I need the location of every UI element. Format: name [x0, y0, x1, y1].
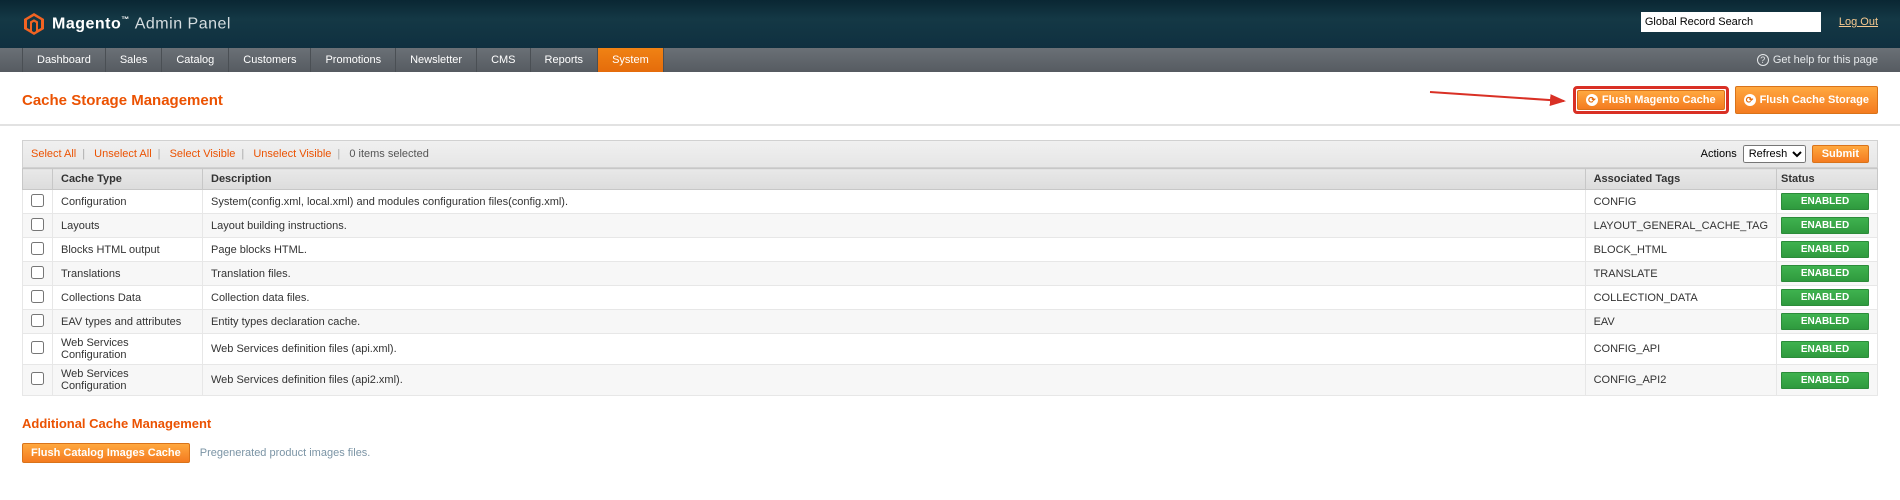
actions-select[interactable]: Refresh — [1743, 145, 1806, 163]
cell-cache-type: Blocks HTML output — [53, 238, 203, 262]
nav-item-customers[interactable]: Customers — [229, 48, 311, 72]
unselect-visible-link[interactable]: Unselect Visible — [253, 148, 331, 160]
cache-grid: Cache Type Description Associated Tags S… — [22, 168, 1878, 396]
cell-description: Page blocks HTML. — [203, 238, 1586, 262]
cell-cache-type: Translations — [53, 262, 203, 286]
cell-description: Web Services definition files (api2.xml)… — [203, 365, 1586, 396]
table-row: TranslationsTranslation files.TRANSLATE E… — [23, 262, 1878, 286]
help-link[interactable]: ? Get help for this page — [1757, 48, 1878, 72]
unselect-all-link[interactable]: Unselect All — [94, 148, 151, 160]
items-selected-count: 0 items selected — [349, 148, 428, 160]
arrow-annotation — [1428, 89, 1568, 107]
nav-item-sales[interactable]: Sales — [106, 48, 163, 72]
status-badge: ENABLED — [1781, 341, 1869, 358]
logo-text: Magento™ Admin Panel — [52, 15, 231, 33]
cell-tags: CONFIG_API2 — [1585, 365, 1776, 396]
cell-cache-type: EAV types and attributes — [53, 310, 203, 334]
flush-catalog-images-button[interactable]: Flush Catalog Images Cache — [22, 443, 190, 463]
nav-item-newsletter[interactable]: Newsletter — [396, 48, 477, 72]
col-cache-type[interactable]: Cache Type — [53, 169, 203, 190]
cell-description: System(config.xml, local.xml) and module… — [203, 190, 1586, 214]
flush-magento-cache-button[interactable]: ⟳Flush Magento Cache — [1577, 90, 1725, 110]
table-row: EAV types and attributesEntity types dec… — [23, 310, 1878, 334]
cell-cache-type: Web Services Configuration — [53, 334, 203, 365]
navbar: DashboardSalesCatalogCustomersPromotions… — [0, 48, 1900, 72]
submit-button[interactable]: Submit — [1812, 145, 1869, 163]
row-checkbox[interactable] — [31, 242, 44, 255]
cell-description: Translation files. — [203, 262, 1586, 286]
select-all-link[interactable]: Select All — [31, 148, 76, 160]
cell-description: Entity types declaration cache. — [203, 310, 1586, 334]
row-checkbox[interactable] — [31, 341, 44, 354]
table-row: Web Services ConfigurationWeb Services d… — [23, 334, 1878, 365]
cell-tags: CONFIG — [1585, 190, 1776, 214]
cell-tags: LAYOUT_GENERAL_CACHE_TAG — [1585, 214, 1776, 238]
refresh-icon: ⟳ — [1586, 94, 1598, 106]
select-visible-link[interactable]: Select Visible — [170, 148, 236, 160]
cell-cache-type: Collections Data — [53, 286, 203, 310]
table-row: Collections DataCollection data files.CO… — [23, 286, 1878, 310]
cell-cache-type: Web Services Configuration — [53, 365, 203, 396]
row-checkbox[interactable] — [31, 290, 44, 303]
nav-item-system[interactable]: System — [598, 48, 664, 72]
magento-logo-icon — [22, 12, 46, 36]
nav-item-dashboard[interactable]: Dashboard — [22, 48, 106, 72]
cell-cache-type: Layouts — [53, 214, 203, 238]
status-badge: ENABLED — [1781, 372, 1869, 389]
table-row: ConfigurationSystem(config.xml, local.xm… — [23, 190, 1878, 214]
refresh-icon: ⟳ — [1744, 94, 1756, 106]
col-tags[interactable]: Associated Tags — [1585, 169, 1776, 190]
row-checkbox[interactable] — [31, 218, 44, 231]
row-checkbox[interactable] — [31, 314, 44, 327]
cell-description: Web Services definition files (api.xml). — [203, 334, 1586, 365]
cell-cache-type: Configuration — [53, 190, 203, 214]
flush-magento-highlight: ⟳Flush Magento Cache — [1573, 86, 1729, 114]
help-icon: ? — [1757, 54, 1769, 66]
status-badge: ENABLED — [1781, 193, 1869, 210]
status-badge: ENABLED — [1781, 217, 1869, 234]
page-title: Cache Storage Management — [22, 92, 223, 109]
header: Magento™ Admin Panel Log Out — [0, 0, 1900, 48]
status-badge: ENABLED — [1781, 313, 1869, 330]
cell-tags: EAV — [1585, 310, 1776, 334]
cell-tags: BLOCK_HTML — [1585, 238, 1776, 262]
actions-label: Actions — [1701, 148, 1737, 160]
status-badge: ENABLED — [1781, 241, 1869, 258]
row-checkbox[interactable] — [31, 372, 44, 385]
cell-description: Collection data files. — [203, 286, 1586, 310]
table-row: Blocks HTML outputPage blocks HTML.BLOCK… — [23, 238, 1878, 262]
logout-link[interactable]: Log Out — [1839, 16, 1878, 28]
row-checkbox[interactable] — [31, 194, 44, 207]
col-description[interactable]: Description — [203, 169, 1586, 190]
nav-item-cms[interactable]: CMS — [477, 48, 530, 72]
status-badge: ENABLED — [1781, 289, 1869, 306]
additional-section-title: Additional Cache Management — [22, 416, 1878, 431]
logo: Magento™ Admin Panel — [22, 12, 231, 36]
status-badge: ENABLED — [1781, 265, 1869, 282]
table-row: LayoutsLayout building instructions.LAYO… — [23, 214, 1878, 238]
table-row: Web Services ConfigurationWeb Services d… — [23, 365, 1878, 396]
row-checkbox[interactable] — [31, 266, 44, 279]
cell-tags: TRANSLATE — [1585, 262, 1776, 286]
global-search-input[interactable] — [1641, 12, 1821, 32]
cell-tags: CONFIG_API — [1585, 334, 1776, 365]
col-checkbox — [23, 169, 53, 190]
col-status[interactable]: Status — [1777, 169, 1878, 190]
nav-item-promotions[interactable]: Promotions — [311, 48, 396, 72]
flush-catalog-images-desc: Pregenerated product images files. — [200, 447, 371, 459]
cell-tags: COLLECTION_DATA — [1585, 286, 1776, 310]
flush-cache-storage-button[interactable]: ⟳Flush Cache Storage — [1735, 86, 1878, 114]
nav-item-catalog[interactable]: Catalog — [162, 48, 229, 72]
massaction-bar: Select All| Unselect All| Select Visible… — [22, 140, 1878, 168]
cell-description: Layout building instructions. — [203, 214, 1586, 238]
nav-item-reports[interactable]: Reports — [531, 48, 599, 72]
